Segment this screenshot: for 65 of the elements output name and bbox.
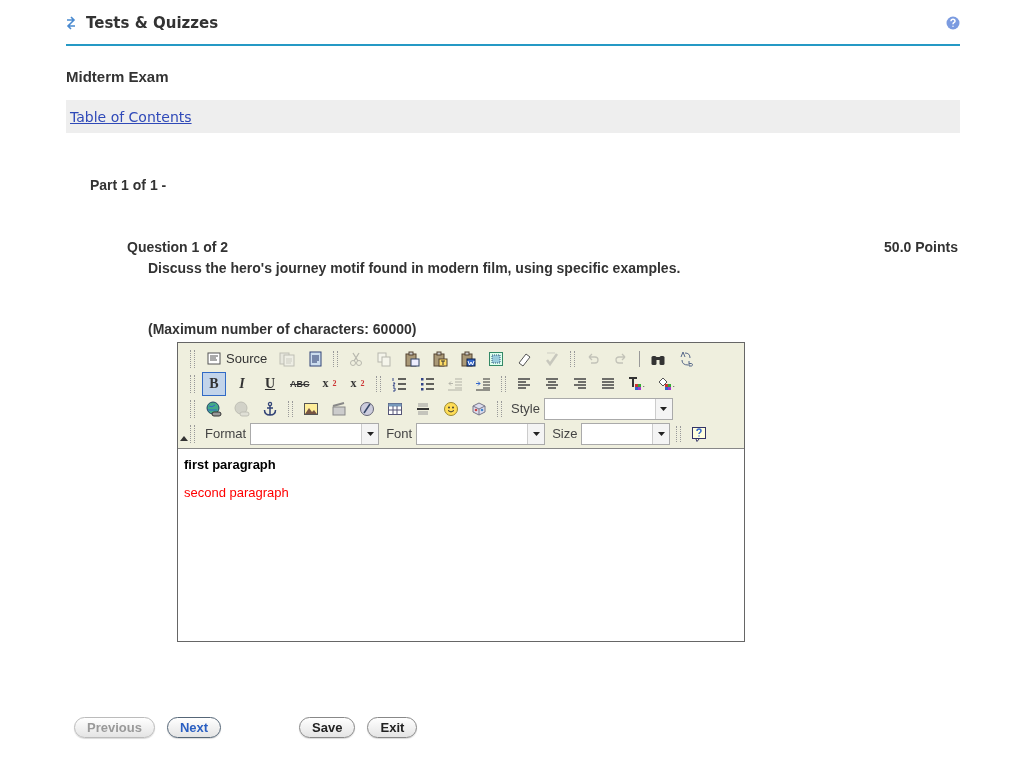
horizontal-rule-icon [415,400,431,417]
background-color-icon [657,375,676,392]
combo-label: Style [511,401,540,416]
help-icon[interactable] [946,16,960,30]
align-right-icon [571,375,588,392]
underline-button[interactable]: U [258,371,282,396]
clipboard-text-icon [432,350,449,367]
exam-title: Midterm Exam [66,68,170,85]
globe-link-icon [206,400,222,417]
italic-button[interactable]: I [230,371,254,396]
compass-icon [359,400,375,417]
align-center-icon [543,375,560,392]
help-icon [691,425,708,442]
cube-icon [471,400,487,417]
clapperboard-icon [331,400,347,417]
strike-button[interactable]: ABC [286,371,314,396]
justify-icon [599,375,616,392]
character-limit: (Maximum number of characters: 60000) [148,321,418,337]
text-color-icon [627,375,646,392]
part-title: Part 1 of 1 - [90,177,168,193]
dropdown-field[interactable] [543,397,673,420]
document-icon [307,350,324,367]
bold-button[interactable]: B [202,371,226,396]
scissors-icon [348,350,365,367]
anchor-icon [262,400,278,417]
question-number: Question 1 of 2 [127,239,229,255]
align-left-icon [515,375,532,392]
action-button[interactable]: Exit [367,717,418,738]
copy-icon [376,350,393,367]
clipboard-icon [404,350,421,367]
dropdown-field[interactable] [250,422,380,445]
combo-label: Size [552,426,578,441]
table-icon [387,400,403,417]
combo-label: Font [386,426,413,441]
unlink-icon [234,400,250,417]
indent-icon [474,375,491,392]
nav-button[interactable]: Next [166,717,222,738]
tool-title: Tests & Quizzes [86,14,220,32]
question-prompt: Discuss the hero's journey motif found in modern film, using specific examples. [148,260,682,276]
caret-icon [366,431,374,436]
documents-icon [279,350,296,367]
caret-icon [658,431,665,436]
select-all-icon [488,350,505,367]
paragraph-text: second paragraph [184,485,290,500]
table-of-contents-link[interactable]: Table of Contents [70,108,192,125]
replace-icon [678,350,695,367]
caret-icon [532,431,540,436]
page-icon [206,350,222,367]
source-button[interactable]: Source [202,346,272,371]
dropdown-field[interactable] [581,422,671,445]
arrows-icon [66,16,76,30]
caret-icon [660,406,668,411]
paragraph-text: first paragraph [184,457,277,472]
numbered-list-icon [390,375,407,392]
collapse-icon[interactable] [180,436,188,441]
outdent-icon [446,375,463,392]
clipboard-word-icon [460,350,477,367]
dropdown-field[interactable] [416,422,546,445]
smiley-icon [443,400,459,417]
combo-label: Format [205,426,247,441]
action-button[interactable]: Save [299,717,356,738]
spellcheck-icon [544,350,561,367]
image-icon [303,400,319,417]
question-points: 50.0 Points [884,239,958,255]
bullet-list-icon [418,375,435,392]
